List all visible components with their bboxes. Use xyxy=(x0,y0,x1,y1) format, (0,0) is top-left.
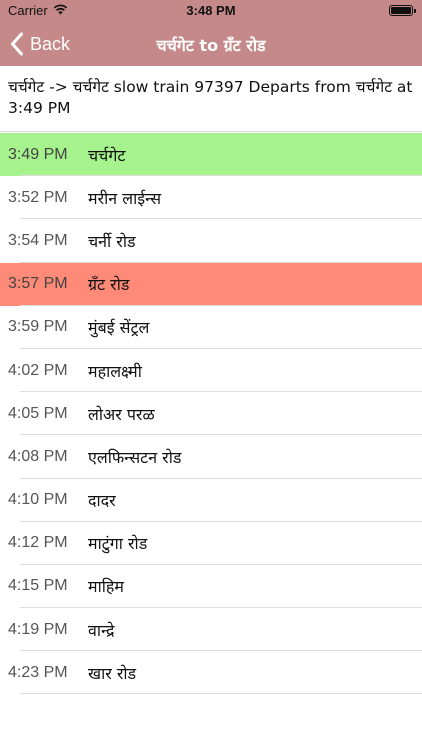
stop-name: वान्द्रे xyxy=(88,620,115,640)
stop-row[interactable]: 3:52 PM मरीन लाईन्स xyxy=(0,176,422,220)
stop-time: 4:19 PM xyxy=(8,620,68,638)
status-time: 3:48 PM xyxy=(186,3,236,18)
stop-time: 3:59 PM xyxy=(8,318,68,336)
stop-name: माहिम xyxy=(88,577,124,597)
stop-row[interactable]: 4:02 PM महालक्ष्मी xyxy=(0,349,422,393)
stop-row[interactable]: 4:12 PM माटुंगा रोड xyxy=(0,522,422,566)
stop-name: महालक्ष्मी xyxy=(88,361,142,381)
stop-name: मरीन लाईन्स xyxy=(88,188,162,208)
stop-time: 4:08 PM xyxy=(8,447,68,465)
stop-row-destination[interactable]: 3:57 PM ग्रँट रोड xyxy=(0,262,422,306)
stops-list: 3:49 PM चर्चगेट 3:52 PM मरीन लाईन्स 3:54 PM च… xyxy=(0,133,422,695)
stop-name: एलफिन्सटन रोड xyxy=(88,447,182,467)
stop-row[interactable]: 4:23 PM खार रोड xyxy=(0,651,422,695)
app-header: Carrier 3:48 PM Back चर्चगेट to ग्रँट रो… xyxy=(0,0,422,66)
stop-row[interactable]: 4:05 PM लोअर परळ xyxy=(0,392,422,436)
page-title: चर्चगेट to ग्रँट रोड xyxy=(156,36,266,55)
stop-row[interactable]: 3:59 PM मुंबई सेंट्रल xyxy=(0,306,422,350)
stop-time: 3:49 PM xyxy=(8,145,68,163)
stop-name: लोअर परळ xyxy=(88,404,155,424)
battery-icon xyxy=(389,5,416,16)
stop-time: 3:57 PM xyxy=(8,275,68,293)
stop-time: 4:10 PM xyxy=(8,491,68,509)
status-bar: Carrier 3:48 PM xyxy=(0,0,422,22)
stop-row[interactable]: 4:15 PM माहिम xyxy=(0,565,422,609)
stop-row[interactable]: 3:54 PM चर्नी रोड xyxy=(0,219,422,263)
train-summary: चर्चगेट -> चर्चगेट slow train 97397 Depa… xyxy=(0,66,422,132)
stop-name: दादर xyxy=(88,491,116,511)
stop-row[interactable]: 4:19 PM वान्द्रे xyxy=(0,608,422,652)
stop-name: खार रोड xyxy=(88,663,137,683)
stop-row-source[interactable]: 3:49 PM चर्चगेट xyxy=(0,133,422,177)
stop-name: मुंबई सेंट्रल xyxy=(88,318,150,338)
stop-time: 3:52 PM xyxy=(8,188,68,206)
stop-name: माटुंगा रोड xyxy=(88,534,148,554)
navigation-bar: Back चर्चगेट to ग्रँट रोड xyxy=(0,22,422,66)
stop-name: चर्नी रोड xyxy=(88,231,136,251)
stop-row[interactable]: 4:10 PM दादर xyxy=(0,479,422,522)
stop-name: ग्रँट रोड xyxy=(88,275,130,295)
stop-time: 4:02 PM xyxy=(8,361,68,379)
stop-time: 3:54 PM xyxy=(8,231,68,249)
stop-time: 4:12 PM xyxy=(8,534,68,552)
stop-name: चर्चगेट xyxy=(88,145,126,165)
stop-row[interactable]: 4:08 PM एलफिन्सटन रोड xyxy=(0,435,422,479)
stop-time: 4:23 PM xyxy=(8,663,68,681)
stop-time: 4:05 PM xyxy=(8,404,68,422)
stop-time: 4:15 PM xyxy=(8,577,68,595)
